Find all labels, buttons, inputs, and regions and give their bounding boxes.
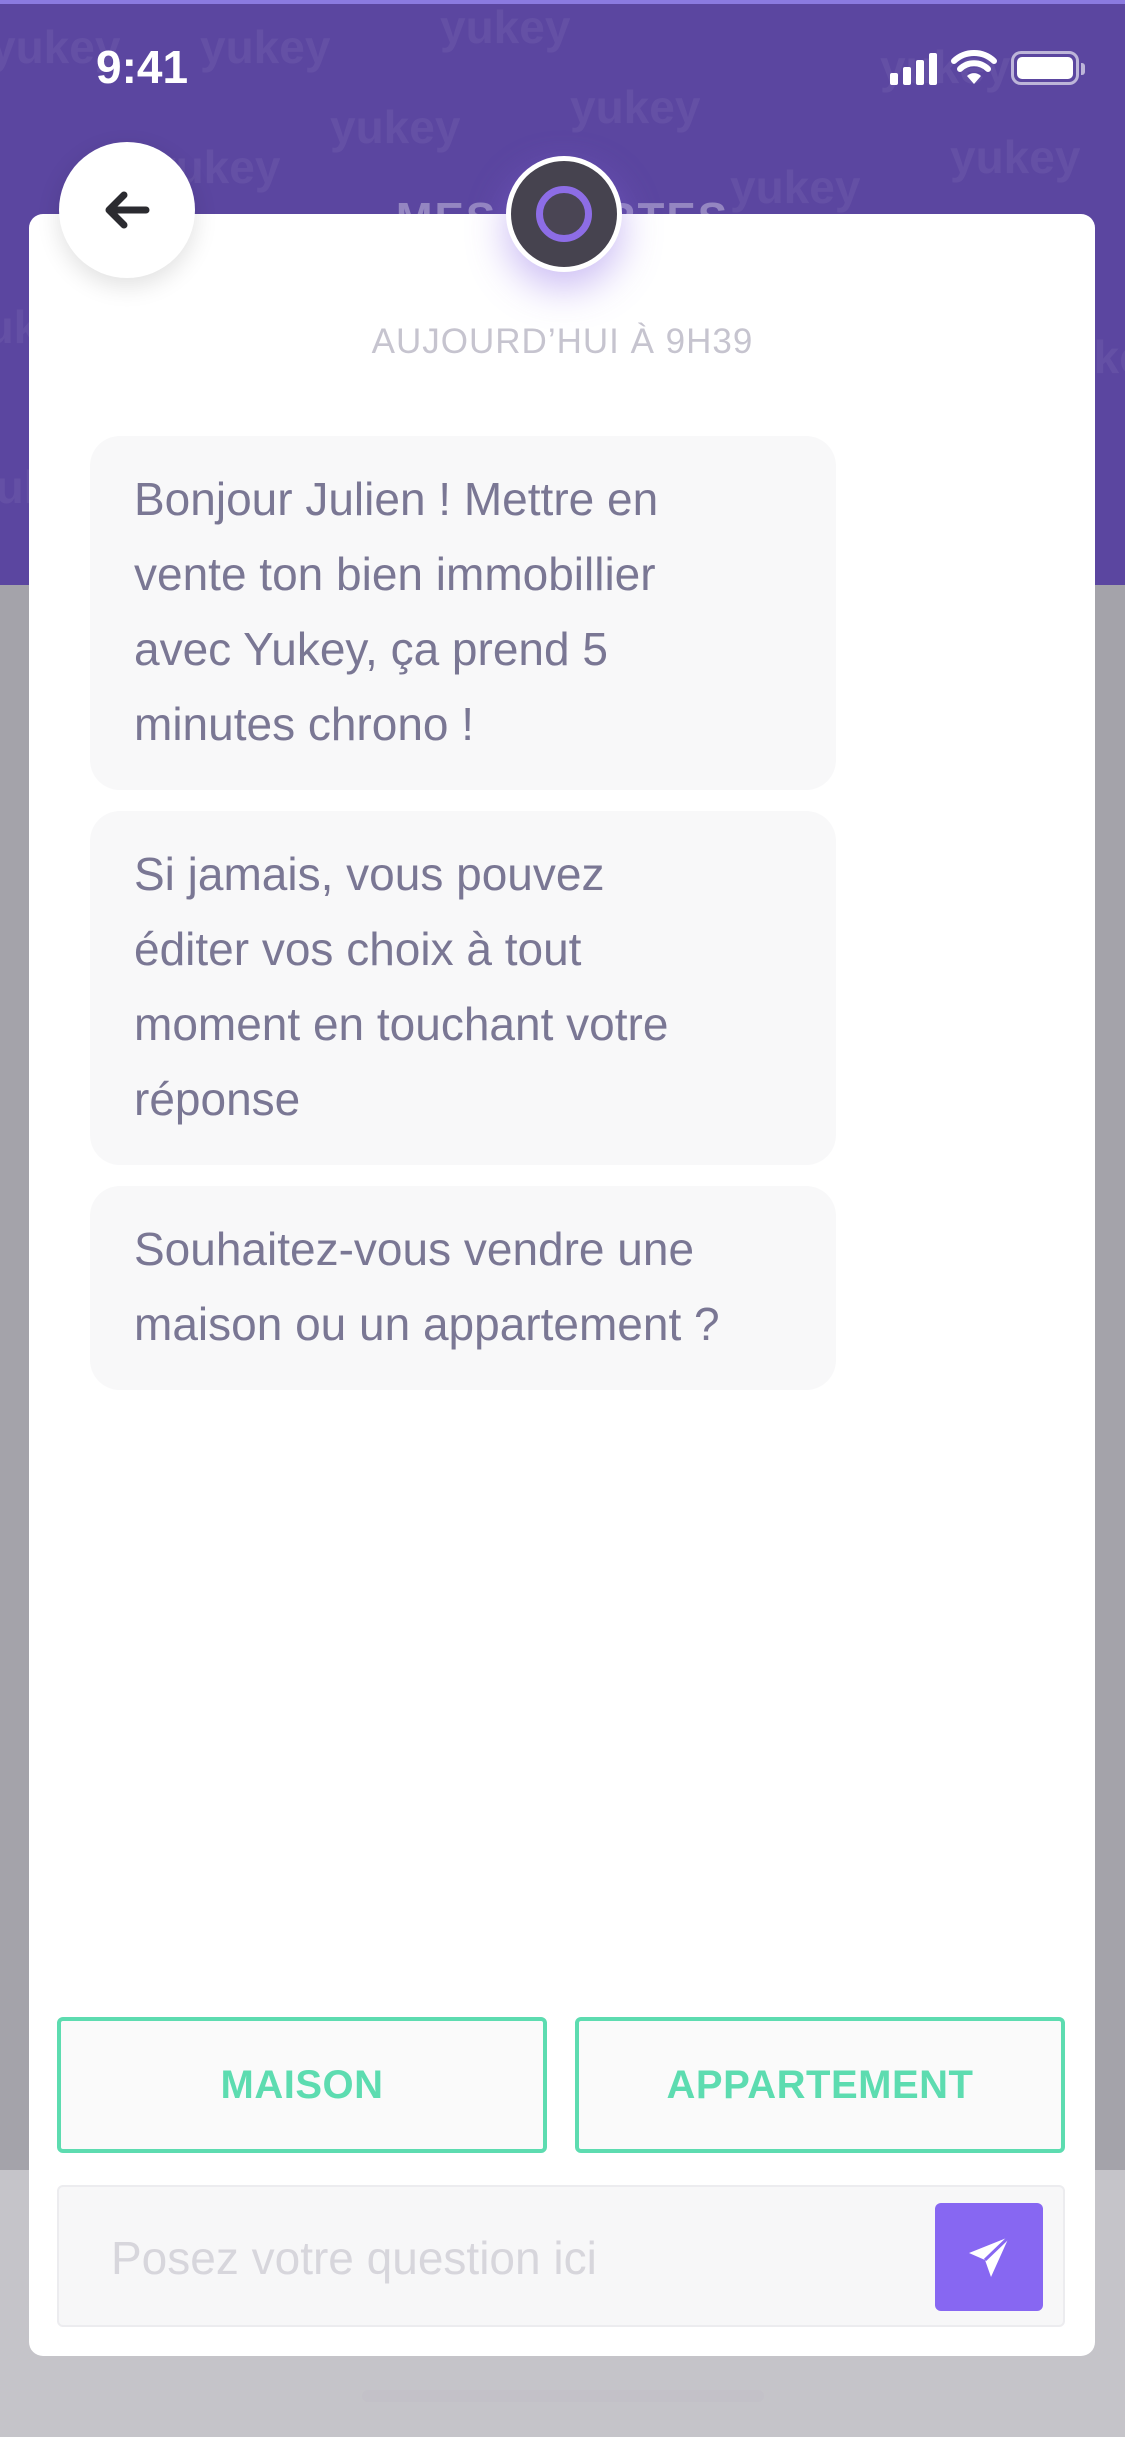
message-line: éditer vos choix à tout — [134, 923, 582, 975]
message-line: avec Yukey, ça prend 5 — [134, 623, 608, 675]
watermark-text: yukey — [570, 81, 701, 133]
send-button[interactable] — [935, 2203, 1043, 2311]
bot-logo-icon — [536, 186, 592, 242]
choice-button-appartement[interactable]: APPARTEMENT — [575, 2017, 1065, 2153]
chat-timestamp: AUJOURD’HUI À 9H39 — [371, 322, 754, 361]
cellular-signal-icon — [890, 51, 937, 85]
battery-icon — [1011, 51, 1085, 85]
message-line: Si jamais, vous pouvez — [134, 848, 605, 900]
chat-message: Si jamais, vous pouvez éditer vos choix … — [90, 811, 836, 1165]
message-line: Bonjour Julien ! Mettre en — [134, 473, 659, 525]
choice-button-maison[interactable]: MAISON — [57, 2017, 547, 2153]
home-indicator — [362, 2390, 764, 2402]
message-line: moment en touchant votre — [134, 998, 669, 1050]
message-line: minutes chrono ! — [134, 698, 475, 750]
status-time: 9:41 — [96, 41, 189, 93]
chat-message: Bonjour Julien ! Mettre en vente ton bie… — [90, 436, 836, 790]
arrow-left-icon — [105, 191, 150, 229]
message-composer — [57, 2185, 1065, 2327]
watermark-text: yukey — [330, 101, 461, 153]
watermark-text: yukey — [200, 21, 331, 73]
message-line: Souhaitez-vous vendre une — [134, 1223, 695, 1275]
watermark-text: yukey — [950, 131, 1081, 183]
wifi-icon — [951, 50, 997, 84]
back-button[interactable] — [59, 142, 195, 278]
message-line: vente ton bien immobillier — [134, 548, 656, 600]
send-icon — [969, 2235, 1011, 2277]
status-icons — [890, 48, 1085, 88]
watermark-text: yukey — [440, 1, 571, 53]
message-line: réponse — [134, 1073, 301, 1125]
question-input[interactable] — [111, 2223, 931, 2293]
bot-avatar — [506, 156, 622, 272]
chat-message: Souhaitez-vous vendre une maison ou un a… — [90, 1186, 836, 1390]
message-line: maison ou un appartement ? — [134, 1298, 720, 1350]
